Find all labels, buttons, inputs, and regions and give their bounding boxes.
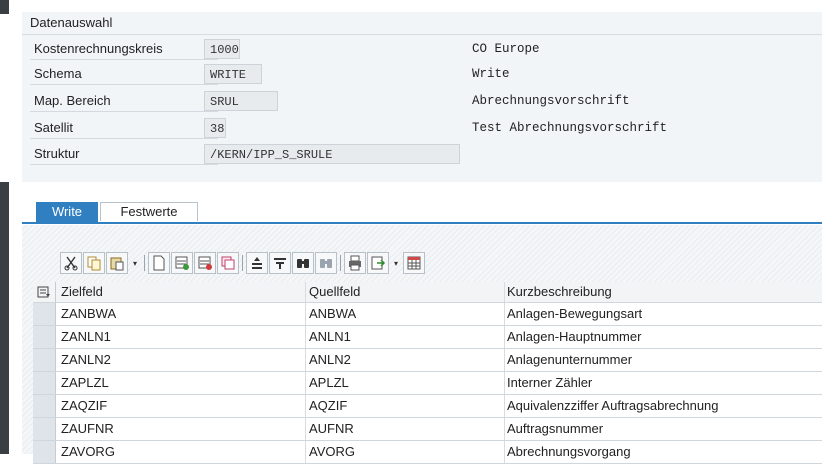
label-kostenrechnungskreis: Kostenrechnungskreis xyxy=(30,39,218,60)
table-row[interactable]: ZAVORG AVORG Abrechnungsvorgang xyxy=(33,441,822,464)
quellfeld-cell[interactable]: ANLN1 xyxy=(309,326,504,348)
insert-row-icon[interactable] xyxy=(171,252,193,274)
row-selector[interactable] xyxy=(33,372,56,394)
satellit-field[interactable]: 38 xyxy=(204,118,226,138)
table-row[interactable]: ZAQZIF AQZIF Aquivalenzziffer Auftragsabre… xyxy=(33,395,822,418)
find-next-icon[interactable] xyxy=(315,252,337,274)
row-selector[interactable] xyxy=(33,349,56,371)
kostenrechnungskreis-field[interactable]: 1000 xyxy=(204,39,240,59)
kurzbeschreibung-cell[interactable]: Anlagen-Hauptnummer xyxy=(507,326,817,348)
satellit-description: Test Abrechnungsvorschrift xyxy=(472,121,668,135)
quellfeld-cell[interactable]: AVORG xyxy=(309,441,504,463)
new-row-icon[interactable] xyxy=(148,252,170,274)
table-header-row: Zielfeld Quellfeld Kurzbeschreibung xyxy=(33,282,822,303)
tab-write[interactable]: Write xyxy=(36,202,98,222)
mapping-table: Zielfeld Quellfeld Kurzbeschreibung ZANB… xyxy=(33,282,822,464)
left-edge-bar xyxy=(0,0,9,454)
zielfeld-cell[interactable]: ZANLN2 xyxy=(61,349,301,371)
row-selector[interactable] xyxy=(33,326,56,348)
export-dropdown-icon[interactable]: ▾ xyxy=(390,252,402,274)
data-selection-group: Datenauswahl Kostenrechnungskreis 1000 C… xyxy=(22,12,822,182)
label-struktur: Struktur xyxy=(30,144,218,165)
tab-festwerte[interactable]: Festwerte xyxy=(100,202,198,221)
schema-description: Write xyxy=(472,67,510,81)
column-header-kurzbeschreibung[interactable]: Kurzbeschreibung xyxy=(507,282,817,302)
kurzbeschreibung-cell[interactable]: Anlagen-Bewegungsart xyxy=(507,303,817,325)
table-row[interactable]: ZANLN1 ANLN1 Anlagen-Hauptnummer xyxy=(33,326,822,349)
group-title: Datenauswahl xyxy=(30,15,113,30)
row-selector[interactable] xyxy=(33,303,56,325)
schema-field[interactable]: WRITE xyxy=(204,64,262,84)
quellfeld-cell[interactable]: AUFNR xyxy=(309,418,504,440)
delete-row-icon[interactable] xyxy=(194,252,216,274)
row-selector[interactable] xyxy=(33,395,56,417)
zielfeld-cell[interactable]: ZANLN1 xyxy=(61,326,301,348)
zielfeld-cell[interactable]: ZAUFNR xyxy=(61,418,301,440)
zielfeld-cell[interactable]: ZANBWA xyxy=(61,303,301,325)
table-row[interactable]: ZANBWA ANBWA Anlagen-Bewegungsart xyxy=(33,303,822,326)
export-icon[interactable] xyxy=(367,252,389,274)
print-icon[interactable] xyxy=(344,252,366,274)
column-header-zielfeld[interactable]: Zielfeld xyxy=(61,282,301,302)
quellfeld-cell[interactable]: APLZL xyxy=(309,372,504,394)
label-map-bereich: Map. Bereich xyxy=(30,91,218,112)
row-selector[interactable] xyxy=(33,418,56,440)
quellfeld-cell[interactable]: AQZIF xyxy=(309,395,504,417)
zielfeld-cell[interactable]: ZAVORG xyxy=(61,441,301,463)
kurzbeschreibung-cell[interactable]: Interner Zähler xyxy=(507,372,817,394)
label-schema: Schema xyxy=(30,64,218,85)
column-header-quellfeld[interactable]: Quellfeld xyxy=(309,282,504,302)
row-selector[interactable] xyxy=(33,441,56,463)
copy-icon[interactable] xyxy=(83,252,105,274)
sort-ascending-icon[interactable] xyxy=(246,252,268,274)
select-all-icon[interactable] xyxy=(33,282,56,302)
map-bereich-field[interactable]: SRUL xyxy=(204,91,278,111)
kurzbeschreibung-cell[interactable]: Abrechnungsvorgang xyxy=(507,441,817,463)
alv-toolbar: ▾ ▾ xyxy=(60,252,426,274)
table-row[interactable]: ZANLN2 ANLN2 Anlagenunternummer xyxy=(33,349,822,372)
table-row[interactable]: ZAUFNR AUFNR Auftragsnummer xyxy=(33,418,822,441)
paste-icon[interactable] xyxy=(106,252,128,274)
filter-icon[interactable] xyxy=(269,252,291,274)
cut-icon[interactable] xyxy=(60,252,82,274)
struktur-field[interactable]: /KERN/IPP_S_SRULE xyxy=(204,144,460,164)
zielfeld-cell[interactable]: ZAQZIF xyxy=(61,395,301,417)
kurzbeschreibung-cell[interactable]: Anlagenunternummer xyxy=(507,349,817,371)
quellfeld-cell[interactable]: ANBWA xyxy=(309,303,504,325)
duplicate-row-icon[interactable] xyxy=(217,252,239,274)
zielfeld-cell[interactable]: ZAPLZL xyxy=(61,372,301,394)
find-icon[interactable] xyxy=(292,252,314,274)
paste-dropdown-icon[interactable]: ▾ xyxy=(129,252,141,274)
kurzbeschreibung-cell[interactable]: Auftragsnummer xyxy=(507,418,817,440)
table-row[interactable]: ZAPLZL APLZL Interner Zähler xyxy=(33,372,822,395)
layout-icon[interactable] xyxy=(403,252,425,274)
quellfeld-cell[interactable]: ANLN2 xyxy=(309,349,504,371)
map-bereich-description: Abrechnungsvorschrift xyxy=(472,94,630,108)
kurzbeschreibung-cell[interactable]: Aquivalenzziffer Auftragsabrechnung xyxy=(507,395,817,417)
kostenrechnungskreis-description: CO Europe xyxy=(472,42,540,56)
label-satellit: Satellit xyxy=(30,118,218,139)
